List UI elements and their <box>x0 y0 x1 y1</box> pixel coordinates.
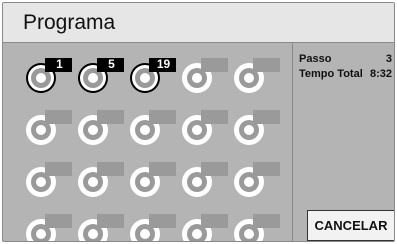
step-row: Passo 3 <box>299 53 394 68</box>
track-button[interactable] <box>181 213 229 241</box>
track-button[interactable] <box>129 109 177 147</box>
disc-icon <box>26 214 72 241</box>
disc-icon <box>182 214 228 241</box>
track-button[interactable] <box>233 57 281 95</box>
title-bar: Programa <box>3 3 394 43</box>
track-button[interactable] <box>129 213 177 241</box>
disc-icon <box>78 162 124 197</box>
disc-icon <box>182 162 228 197</box>
track-button[interactable] <box>77 213 125 241</box>
page-title: Programa <box>23 11 116 34</box>
track-button[interactable] <box>129 161 177 199</box>
disc-icon <box>234 58 280 93</box>
disc-icon <box>182 58 228 93</box>
track-number: 19 <box>156 57 171 71</box>
total-time-row: Tempo Total 8:32 <box>299 68 394 83</box>
track-button[interactable] <box>233 161 281 199</box>
track-button[interactable] <box>25 213 73 241</box>
step-label: Passo <box>299 53 332 65</box>
disc-icon <box>130 110 176 145</box>
total-time-value: 8:32 <box>369 68 392 80</box>
track-button[interactable]: 1 <box>25 57 73 95</box>
track-number: 1 <box>56 57 63 71</box>
track-button[interactable] <box>77 161 125 199</box>
disc-icon <box>78 214 124 241</box>
track-button[interactable] <box>233 109 281 147</box>
disc-icon <box>234 214 280 241</box>
disc-icon <box>26 110 72 145</box>
cancel-button[interactable]: CANCELAR <box>307 210 394 241</box>
track-button[interactable] <box>181 57 229 95</box>
track-button[interactable]: 19 <box>129 57 177 95</box>
program-info: Passo 3 Tempo Total 8:32 <box>299 53 394 83</box>
program-screen: Programa 1 5 19 Passo 3 Tempo Total 8:32 C… <box>2 2 395 242</box>
track-button[interactable] <box>181 109 229 147</box>
disc-icon <box>26 162 72 197</box>
disc-icon <box>78 110 124 145</box>
step-value: 3 <box>385 53 392 65</box>
track-button[interactable] <box>233 213 281 241</box>
disc-icon <box>182 110 228 145</box>
track-button[interactable] <box>181 161 229 199</box>
disc-icon <box>234 110 280 145</box>
track-number: 5 <box>108 57 115 71</box>
disc-icon <box>130 214 176 241</box>
track-button[interactable] <box>25 109 73 147</box>
track-button[interactable]: 5 <box>77 57 125 95</box>
total-time-label: Tempo Total <box>299 68 363 80</box>
disc-icon <box>234 162 280 197</box>
track-button[interactable] <box>77 109 125 147</box>
track-grid: 1 5 19 <box>3 43 293 241</box>
track-button[interactable] <box>25 161 73 199</box>
disc-icon <box>130 162 176 197</box>
